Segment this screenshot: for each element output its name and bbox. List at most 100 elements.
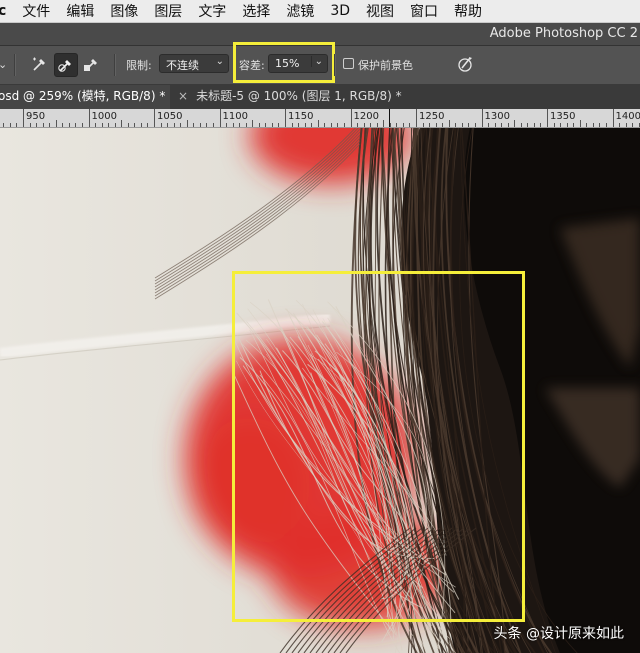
close-icon[interactable]: × xyxy=(178,89,188,103)
ruler-tick xyxy=(258,123,260,127)
options-divider xyxy=(334,54,336,76)
ruler-tick xyxy=(370,123,372,127)
ruler-tick xyxy=(501,123,503,127)
ruler-tick xyxy=(461,123,463,127)
tab-untitled-5[interactable]: × 未标题-5 @ 100% (图层 1, RGB/8) * xyxy=(172,85,438,109)
ruler-tick xyxy=(311,123,313,127)
menu-view[interactable]: 视图 xyxy=(358,1,402,21)
ruler-tick xyxy=(632,123,634,127)
ruler-tick xyxy=(62,123,64,127)
horizontal-ruler[interactable]: 950 1000 1050 1100 1150 1200 1250 1300 1350 1400 xyxy=(0,109,640,128)
menu-3d[interactable]: 3D xyxy=(322,3,358,19)
ruler-tick xyxy=(540,123,542,127)
ruler-tick xyxy=(553,123,555,127)
ruler-tick xyxy=(533,123,535,127)
ruler-tick xyxy=(612,109,614,127)
ruler-tick xyxy=(324,123,326,127)
menu-file[interactable]: 文件 xyxy=(14,1,58,21)
ruler-tick xyxy=(285,109,286,127)
ruler-label: 1000 xyxy=(91,111,117,122)
ruler-tick xyxy=(579,120,581,127)
ruler-label: 1350 xyxy=(550,111,576,122)
ruler-tick xyxy=(114,123,116,127)
ruler-tick xyxy=(173,123,175,127)
ruler-tick xyxy=(265,123,267,127)
limits-label: 限制: xyxy=(126,59,152,72)
ruler-label: 1200 xyxy=(353,111,379,122)
ruler-tick xyxy=(586,123,588,127)
menu-window[interactable]: 窗口 xyxy=(402,1,446,21)
limits-select[interactable]: 不连续 ⌄ xyxy=(159,54,229,73)
tool-preset-chevron-icon[interactable]: ⌄ xyxy=(0,58,7,71)
hair-detail-highlight-box xyxy=(232,271,525,622)
ruler-tick xyxy=(304,123,306,127)
ruler-tick xyxy=(422,123,424,127)
ruler-tick xyxy=(625,123,627,127)
sample-once-icon[interactable] xyxy=(54,53,78,77)
ruler-tick xyxy=(278,123,280,127)
app-menu[interactable]: c xyxy=(0,3,14,19)
ruler-label: 950 xyxy=(26,111,46,122)
ruler-tick xyxy=(547,109,548,127)
ruler-tick xyxy=(592,123,594,127)
ruler-tick xyxy=(599,123,601,127)
ruler-tick xyxy=(350,109,352,127)
menu-bar: c 文件 编辑 图像 图层 文字 选择 滤镜 3D 视图 窗口 帮助 xyxy=(0,0,640,23)
ruler-tick xyxy=(154,109,155,127)
ruler-tick xyxy=(520,123,522,127)
ruler-tick xyxy=(330,123,332,127)
ruler-label: 1250 xyxy=(419,111,445,122)
ruler-tick xyxy=(343,123,345,127)
ruler-tick xyxy=(619,123,621,127)
ruler-tick xyxy=(226,123,228,127)
ruler-tick xyxy=(455,123,457,127)
ruler-tick xyxy=(199,123,201,127)
ruler-label: 1150 xyxy=(288,111,314,122)
tablet-pressure-icon[interactable] xyxy=(454,53,476,75)
menu-edit[interactable]: 编辑 xyxy=(58,1,102,21)
ruler-tick xyxy=(42,123,44,127)
ruler-tick xyxy=(363,123,365,127)
ruler-tick xyxy=(317,120,319,127)
options-divider xyxy=(14,54,16,76)
chevron-down-icon: ⌄ xyxy=(215,56,224,67)
protect-foreground-checkbox[interactable] xyxy=(343,58,354,69)
ruler-tick xyxy=(573,123,575,127)
ruler-tick xyxy=(337,123,339,127)
ruler-tick xyxy=(49,123,51,127)
menu-layer[interactable]: 图层 xyxy=(146,1,190,21)
ruler-tick xyxy=(134,123,136,127)
ruler-tick xyxy=(481,109,483,127)
menu-help[interactable]: 帮助 xyxy=(446,1,490,21)
tolerance-highlight-box xyxy=(233,42,335,83)
ruler-tick xyxy=(527,123,529,127)
sample-continuous-icon[interactable] xyxy=(29,53,51,75)
ruler-tick xyxy=(605,123,607,127)
ruler-tick xyxy=(206,123,208,127)
sample-swatch-icon[interactable] xyxy=(80,53,102,75)
ruler-tick xyxy=(560,123,562,127)
menu-filter[interactable]: 滤镜 xyxy=(278,1,322,21)
ruler-tick xyxy=(416,109,417,127)
options-divider xyxy=(114,54,116,76)
ruler-tick xyxy=(435,123,437,127)
ruler-label: 1100 xyxy=(222,111,248,122)
menu-select[interactable]: 选择 xyxy=(234,1,278,21)
ruler-tick xyxy=(442,123,444,127)
document-tabs: osd @ 259% (模特, RGB/8) * × 未标题-5 @ 100% (… xyxy=(0,85,640,109)
ruler-tick xyxy=(507,123,509,127)
ruler-tick xyxy=(68,123,70,127)
ruler-tick xyxy=(160,123,162,127)
ruler-tick xyxy=(383,120,385,127)
ruler-tick xyxy=(186,120,188,127)
ruler-tick xyxy=(357,123,359,127)
ruler-tick xyxy=(291,123,293,127)
tab-model-document[interactable]: osd @ 259% (模特, RGB/8) * xyxy=(0,85,170,109)
menu-type[interactable]: 文字 xyxy=(190,1,234,21)
document-canvas[interactable]: 头条 @设计原来如此 xyxy=(0,128,640,653)
ruler-tick xyxy=(566,123,568,127)
menu-image[interactable]: 图像 xyxy=(102,1,146,21)
ruler-tick xyxy=(252,120,254,127)
ruler-tick xyxy=(271,123,273,127)
ruler-tick xyxy=(36,123,38,127)
